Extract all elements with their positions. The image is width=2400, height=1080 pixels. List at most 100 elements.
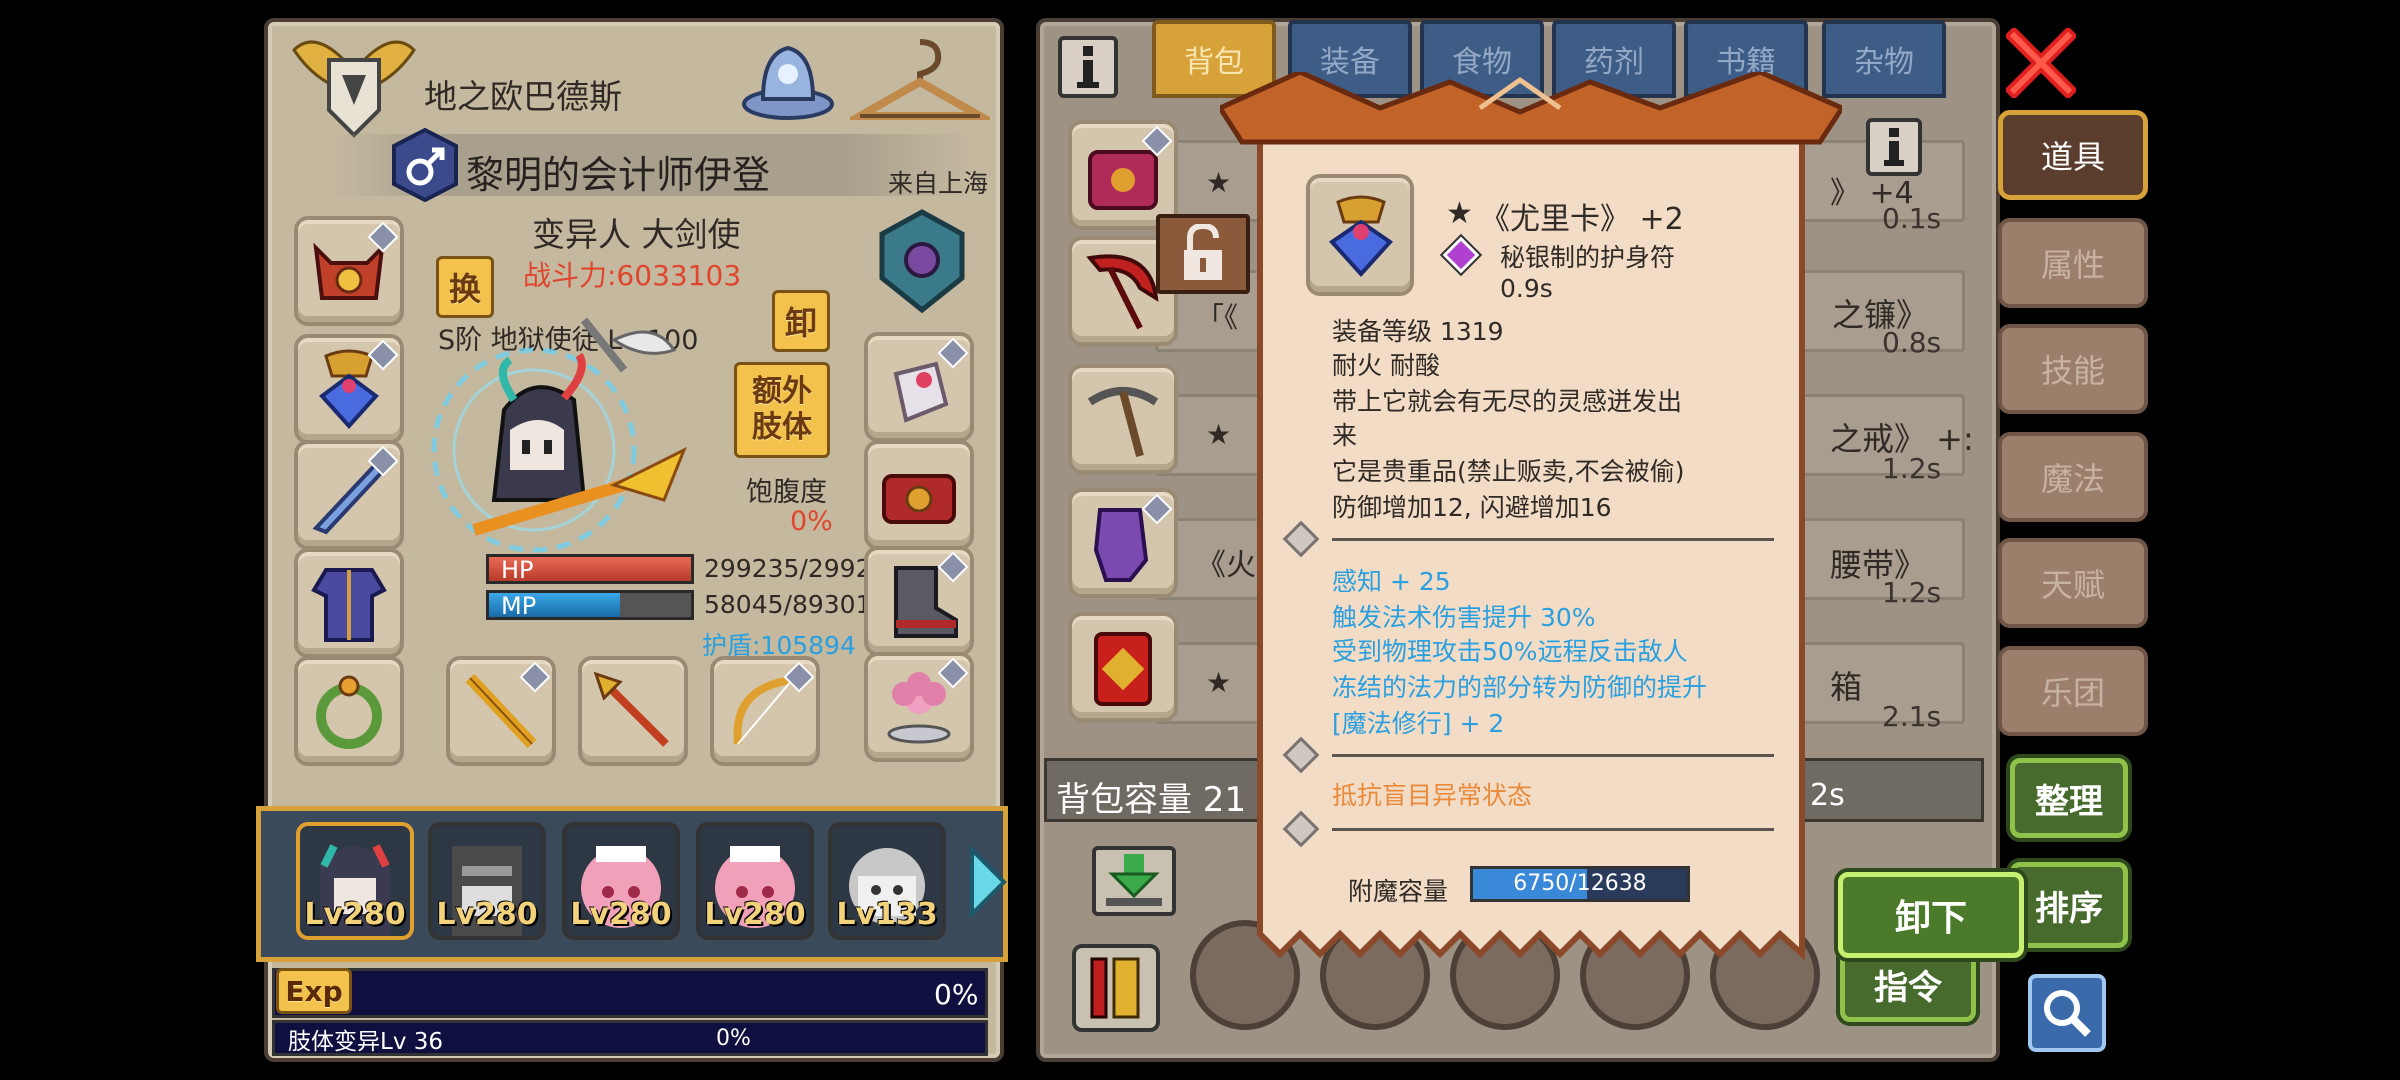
inventory-item-slot[interactable] — [1068, 364, 1178, 474]
lucky-box-icon — [1094, 632, 1152, 706]
character-name: 黎明的会计师伊登 — [466, 153, 771, 197]
side-tab-items[interactable]: 道具 — [1998, 110, 2148, 200]
info-button[interactable] — [1058, 36, 1118, 98]
divider — [1332, 538, 1774, 541]
unequip-button[interactable]: 卸下 — [1838, 872, 2024, 958]
equip-slot-bow[interactable] — [710, 656, 820, 766]
robe-armor-icon — [311, 568, 387, 642]
tooltip-bonus: 冻结的法力的部分转为防御的提升 — [1332, 673, 1708, 702]
info-icon — [1077, 46, 1099, 88]
crimson-belt-icon — [882, 474, 956, 524]
rank-title: 地之欧巴德斯 — [424, 77, 622, 116]
extra-limb-button[interactable]: 额外肢体 — [734, 362, 830, 458]
unlock-icon — [1184, 224, 1222, 280]
side-tab-band[interactable]: 乐团 — [1998, 646, 2148, 736]
store-button[interactable] — [1092, 846, 1176, 916]
party-member-level: Lv280 — [436, 897, 538, 932]
equip-slot-belt[interactable] — [864, 440, 974, 550]
row-time: 1.2s — [1882, 452, 1942, 485]
satiety-label: 饱腹度 — [746, 477, 827, 508]
tooltip-resist: 耐火 耐酸 — [1332, 351, 1440, 380]
tooltip-time: 0.9s — [1500, 274, 1553, 303]
party-member-level: Lv280 — [570, 897, 672, 932]
search-icon — [2044, 990, 2091, 1037]
sort-order-button[interactable] — [1072, 944, 1160, 1032]
equip-slot-amulet[interactable] — [294, 334, 404, 444]
equip-slot-spear[interactable] — [578, 656, 688, 766]
enchant-bar: 6750/12638 — [1470, 866, 1690, 902]
tooltip-precious: 它是贵重品(禁止贩卖,不会被偷) — [1332, 457, 1685, 486]
mutation-percent: 0% — [716, 1026, 751, 1051]
equip-slot-staff[interactable] — [446, 656, 556, 766]
inventory-item-slot[interactable] — [1068, 612, 1178, 722]
info-icon — [1884, 128, 1904, 166]
unequip-class-button[interactable]: 卸 — [772, 290, 830, 352]
hp-value: 299235/2992 — [704, 554, 872, 583]
equip-slot-boots[interactable] — [864, 546, 974, 656]
exp-percent: 0% — [934, 978, 979, 1011]
enchant-label: 附魔容量 — [1348, 877, 1449, 906]
amulet-icon — [1328, 195, 1394, 277]
mutation-label: 肢体变异Lv 36 — [288, 1029, 444, 1055]
tooltip-defense: 防御增加12, 闪避增加16 — [1332, 493, 1612, 522]
party-member-level: Lv280 — [304, 897, 406, 932]
hp-label: HP — [501, 556, 534, 584]
divider — [1332, 828, 1774, 831]
equip-slot-accessory[interactable] — [864, 652, 974, 762]
lock-toggle[interactable] — [1156, 214, 1250, 294]
equip-slot-gloves[interactable] — [864, 332, 974, 442]
tooltip-bonus: 触发法术伤害提升 30% — [1332, 603, 1596, 632]
tooltip-item-icon — [1306, 174, 1414, 296]
gender-male-icon — [392, 128, 458, 202]
row-time: 0.8s — [1882, 326, 1942, 359]
side-tab-talent[interactable]: 天赋 — [1998, 538, 2148, 628]
exp-label: Exp — [276, 968, 352, 1014]
portal-icon[interactable] — [738, 34, 838, 124]
close-icon[interactable] — [2006, 28, 2076, 98]
inventory-item-slot[interactable] — [1068, 488, 1178, 598]
tooltip-lore-1: 带上它就会有无尽的灵感迸发出 — [1332, 387, 1683, 416]
tooltip-info-button[interactable] — [1866, 118, 1922, 176]
party-member-4[interactable]: Lv280 — [696, 822, 814, 940]
search-button[interactable] — [2028, 974, 2106, 1052]
party-member-level: Lv280 — [704, 897, 806, 932]
character-origin: 来自上海 — [888, 169, 989, 198]
party-member-5[interactable]: Lv133 — [828, 822, 946, 940]
tooltip-bonus: [魔法修行] + 2 — [1332, 709, 1505, 738]
equip-slot-armor[interactable] — [294, 548, 404, 658]
divider — [1332, 754, 1774, 757]
tooltip-item-name: 《尤里卡》 +2 — [1480, 202, 1684, 237]
equip-slot-helmet[interactable] — [294, 216, 404, 326]
character-class: 变异人 大剑使 — [532, 215, 741, 254]
sort-button[interactable]: 排序 — [2010, 862, 2128, 948]
tooltip-star: ★ — [1446, 196, 1473, 231]
tooltip-bonus: 受到物理攻击50%远程反击敌人 — [1332, 637, 1688, 666]
tooltip-equip-level: 装备等级 1319 — [1332, 317, 1504, 346]
spear-icon — [593, 671, 669, 747]
combat-power: 战斗力:6033103 — [523, 259, 742, 292]
party-member-2[interactable]: Lv280 — [428, 822, 546, 940]
side-tab-skills[interactable]: 技能 — [1998, 324, 2148, 414]
organize-button[interactable]: 整理 — [2010, 758, 2128, 838]
party-member-level: Lv133 — [836, 897, 938, 932]
side-tab-attributes[interactable]: 属性 — [1998, 218, 2148, 308]
enchant-value: 6750/12638 — [1513, 871, 1647, 896]
row-time: 2.1s — [1882, 700, 1942, 733]
wardrobe-hanger-icon[interactable] — [850, 34, 990, 130]
mp-value: 58045/89301 — [704, 590, 872, 619]
download-arrow-icon — [1106, 854, 1162, 906]
exp-bar — [272, 968, 988, 1018]
party-next-arrow-icon[interactable] — [968, 846, 1008, 918]
mp-bar: MP — [486, 590, 694, 620]
equip-slot-weapon-sub[interactable] — [294, 440, 404, 550]
equip-slot-ring[interactable] — [294, 656, 404, 766]
pickaxe-icon — [1087, 387, 1159, 458]
party-member-1[interactable]: Lv280 — [296, 822, 414, 940]
scythe-icon — [1086, 254, 1159, 330]
side-tab-magic[interactable]: 魔法 — [1998, 432, 2148, 522]
numbered-order-icon — [1090, 957, 1140, 1019]
wreath-ring-icon — [316, 675, 382, 749]
party-member-3[interactable]: Lv280 — [562, 822, 680, 940]
rank-emblem-icon — [292, 40, 416, 138]
satiety-value: 0% — [790, 506, 833, 537]
